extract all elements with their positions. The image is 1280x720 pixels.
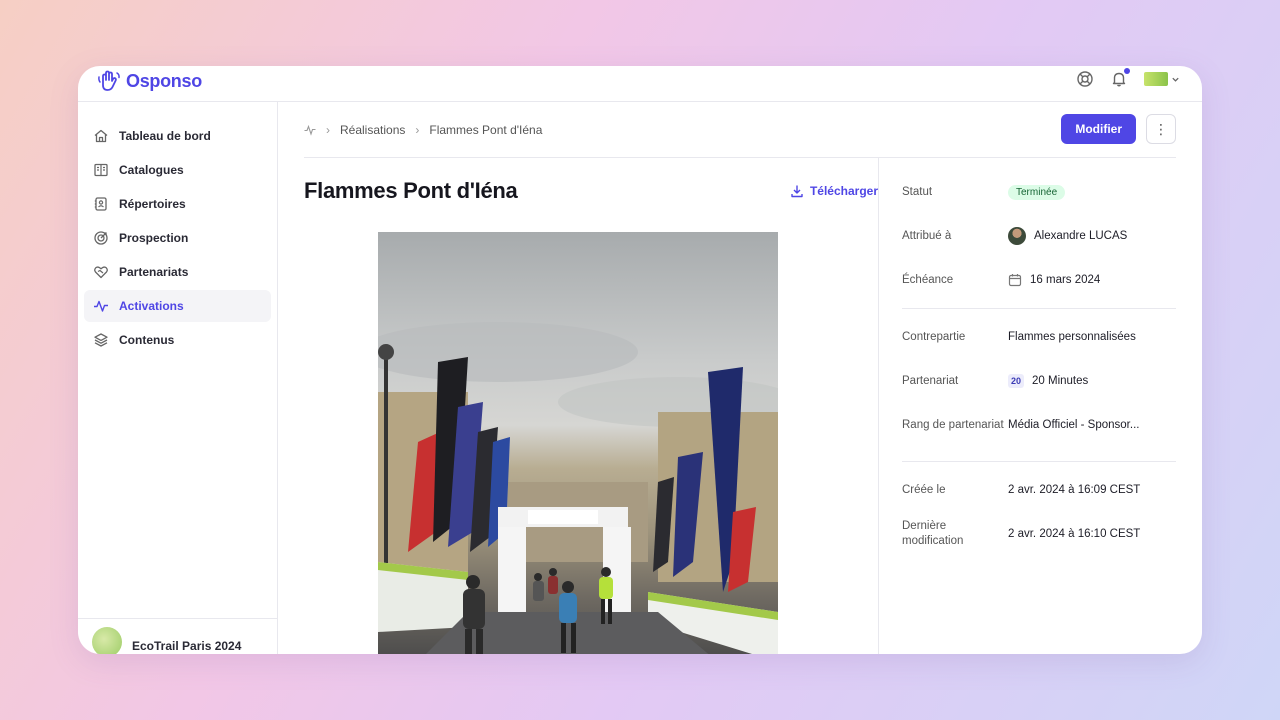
- hand-wave-icon: [98, 70, 120, 91]
- sidebar-item-prospection[interactable]: Prospection: [84, 222, 271, 254]
- breadcrumb-separator: ›: [415, 122, 420, 137]
- sidebar-item-repertoires[interactable]: Répertoires: [84, 188, 271, 220]
- top-actions: [1076, 68, 1180, 88]
- sidebar-item-tableau-de-bord[interactable]: Tableau de bord: [84, 120, 271, 152]
- address-book-icon: [94, 197, 107, 211]
- counterpart-value[interactable]: Flammes personnalisées: [1008, 331, 1136, 343]
- detail-created: Créée le 2 avr. 2024 à 16:09 CEST: [902, 482, 1176, 498]
- detail-due-date: Échéance 16 mars 2024: [902, 272, 1176, 288]
- activation-content: Flammes Pont d'Iéna Télécharger: [304, 158, 878, 654]
- breadcrumb-separator: ›: [326, 122, 330, 137]
- sidebar-item-contenus[interactable]: Contenus: [84, 324, 271, 356]
- edit-button[interactable]: Modifier: [1061, 114, 1136, 144]
- created-value: 2 avr. 2024 à 16:09 CEST: [1008, 484, 1141, 496]
- modified-value: 2 avr. 2024 à 16:10 CEST: [1008, 528, 1141, 540]
- top-bar: Osponso: [78, 66, 1202, 102]
- layers-icon: [94, 333, 108, 347]
- status-badge: Terminée: [1008, 184, 1066, 200]
- avatar: [1008, 227, 1026, 245]
- app-logo[interactable]: Osponso: [96, 68, 202, 94]
- sidebar-item-label: Activations: [119, 299, 184, 313]
- breadcrumb: › Réalisations › Flammes Pont d'Iéna: [304, 123, 542, 137]
- race-finish-photo: [378, 322, 778, 654]
- event-name: EcoTrail Paris 2024: [132, 638, 242, 653]
- details-panel: Statut Terminée Attribué à Alexandre LUC…: [902, 158, 1176, 549]
- sidebar-item-label: Répertoires: [119, 197, 186, 211]
- lifebuoy-icon: [1077, 71, 1093, 87]
- download-link[interactable]: Télécharger: [790, 184, 878, 198]
- activity-icon[interactable]: [304, 124, 316, 136]
- activity-icon: [94, 300, 108, 312]
- app-window: Osponso Tableau de bord Catalogues Réper…: [78, 66, 1202, 654]
- home-icon: [94, 129, 108, 143]
- sidebar-item-partenariats[interactable]: Partenariats: [84, 256, 271, 288]
- detail-status: Statut Terminée: [902, 184, 1176, 200]
- breadcrumb-current: Flammes Pont d'Iéna: [429, 122, 543, 137]
- due-date-value: 16 mars 2024: [1030, 274, 1101, 286]
- chevron-down-icon: [1172, 77, 1179, 82]
- page-header: › Réalisations › Flammes Pont d'Iéna Mod…: [304, 102, 1176, 158]
- download-label: Télécharger: [809, 184, 878, 198]
- detail-rank: Rang de partenariat Média Officiel - Spo…: [902, 410, 1176, 440]
- content-divider: [878, 158, 879, 654]
- detail-divider: [902, 308, 1176, 309]
- notification-dot: [1124, 68, 1130, 74]
- notifications-button[interactable]: [1110, 68, 1130, 88]
- header-actions: Modifier ⋮: [1061, 114, 1176, 144]
- help-button[interactable]: [1076, 70, 1094, 88]
- detail-counterpart: Contrepartie Flammes personnalisées: [902, 329, 1176, 345]
- partner-logo: 20: [1008, 374, 1024, 388]
- handshake-heart-icon: [94, 266, 108, 279]
- sidebar: Tableau de bord Catalogues Répertoires P…: [78, 102, 278, 654]
- partnership-value[interactable]: 20 Minutes: [1032, 375, 1088, 387]
- detail-label: Dernière modification: [902, 520, 964, 547]
- more-options-button[interactable]: ⋮: [1146, 114, 1176, 144]
- detail-label: Contrepartie: [902, 330, 966, 343]
- detail-partnership: Partenariat 20 20 Minutes: [902, 373, 1176, 389]
- breadcrumb-section[interactable]: Réalisations: [340, 123, 405, 137]
- event-switcher[interactable]: EcoTrail Paris 2024: [78, 618, 277, 654]
- detail-divider: [902, 461, 1176, 462]
- calendar-icon: [1008, 274, 1022, 287]
- download-icon: [791, 185, 803, 198]
- detail-label: Créée le: [902, 483, 946, 496]
- sidebar-item-label: Contenus: [119, 333, 175, 347]
- detail-label: Échéance: [902, 273, 954, 286]
- app-name: Osponso: [126, 70, 202, 91]
- organization-logo: [1144, 72, 1168, 86]
- sidebar-item-label: Prospection: [119, 231, 189, 245]
- target-icon: [94, 231, 108, 245]
- detail-label: Rang de partenariat: [902, 418, 1004, 431]
- sidebar-item-catalogues[interactable]: Catalogues: [84, 154, 271, 186]
- activation-photo[interactable]: [378, 232, 778, 654]
- detail-modified: Dernière modification 2 avr. 2024 à 16:1…: [902, 519, 1176, 549]
- detail-label: Attribué à: [902, 229, 952, 242]
- sidebar-item-label: Catalogues: [119, 163, 184, 177]
- detail-assigned: Attribué à Alexandre LUCAS: [902, 227, 1176, 245]
- page-title: Flammes Pont d'Iéna: [304, 178, 518, 203]
- detail-label: Statut: [902, 185, 933, 198]
- main-content: › Réalisations › Flammes Pont d'Iéna Mod…: [278, 102, 1202, 654]
- book-icon: [94, 163, 108, 177]
- sidebar-item-activations[interactable]: Activations: [84, 290, 271, 322]
- organization-switcher[interactable]: [1144, 72, 1180, 86]
- sidebar-item-label: Partenariats: [119, 265, 189, 279]
- detail-label: Partenariat: [902, 374, 959, 387]
- sidebar-item-label: Tableau de bord: [119, 129, 211, 143]
- assignee-name[interactable]: Alexandre LUCAS: [1034, 230, 1127, 242]
- rank-value: Média Officiel - Sponsor...: [1008, 419, 1140, 431]
- event-avatar: [92, 626, 122, 654]
- sidebar-nav: Tableau de bord Catalogues Répertoires P…: [78, 102, 277, 356]
